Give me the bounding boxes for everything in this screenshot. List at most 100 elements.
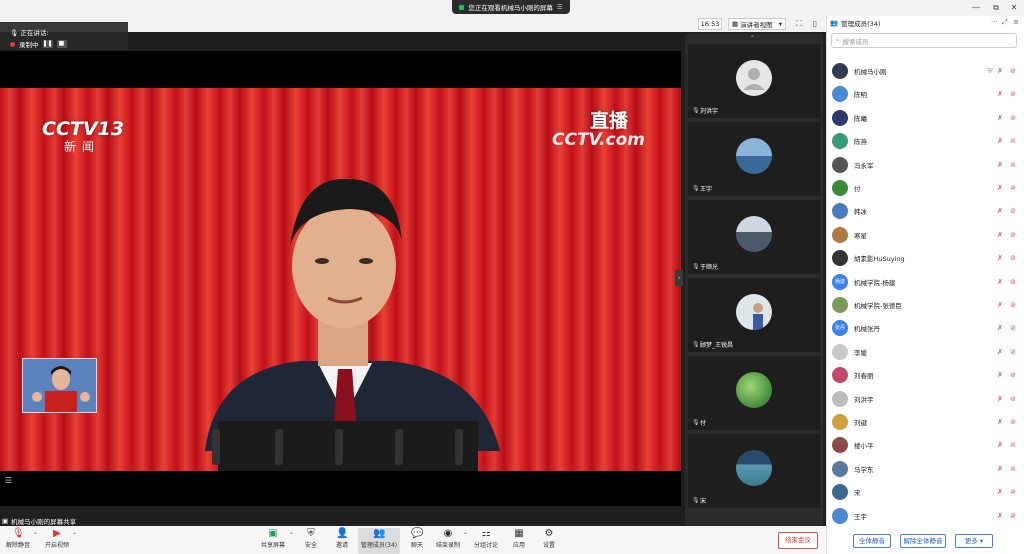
chevron-up-icon[interactable]: ⌃ (289, 532, 294, 539)
member-row[interactable]: 陈曦 ✗ ⊘ (832, 109, 1018, 127)
member-row[interactable]: 寒星 ✗ ⊘ (832, 226, 1018, 244)
mic-off-icon[interactable]: ✗ (995, 301, 1005, 309)
participant-thumbnail[interactable]: 🎙 于顺光 (688, 200, 820, 274)
mic-off-icon[interactable]: ✗ (995, 67, 1005, 75)
stop-record-button[interactable]: ■ (56, 40, 67, 48)
camera-off-icon[interactable]: ⊘ (1008, 184, 1018, 192)
camera-off-icon[interactable]: ⊘ (1008, 114, 1018, 122)
mic-off-icon[interactable]: ✗ (995, 231, 1005, 239)
mic-off-icon[interactable]: ✗ (995, 441, 1005, 449)
breakout-rooms-button[interactable]: ⚏ 分组讨论 (472, 528, 500, 554)
unmute-all-button[interactable]: 解除全体静音 (900, 534, 946, 548)
share-screen-button[interactable]: ▣ 共享屏幕 (258, 528, 288, 554)
unmute-button[interactable]: 🎙 解除静音 (4, 528, 32, 554)
camera-off-icon[interactable]: ⊘ (1008, 512, 1018, 520)
fullscreen-icon[interactable]: ⛶ (794, 18, 804, 30)
chevron-up-icon[interactable]: ⌃ (72, 532, 77, 539)
manage-members-button[interactable]: 👥 管理成员(34) (358, 528, 400, 554)
camera-off-icon[interactable]: ⊘ (1008, 301, 1018, 309)
member-row[interactable]: 机械马小刚 ⛨ ✗ ⊘ (832, 62, 1018, 80)
camera-off-icon[interactable]: ⊘ (1008, 137, 1018, 145)
member-row[interactable]: 陈燕 ✗ ⊘ (832, 132, 1018, 150)
member-search-input[interactable]: ⌕ 搜索成员 (831, 33, 1017, 48)
chevron-up-icon[interactable]: ⌃ (33, 532, 38, 539)
camera-off-icon[interactable]: ⊘ (1008, 90, 1018, 98)
security-button[interactable]: ⛨ 安全 (300, 528, 322, 554)
stop-recording-button[interactable]: ◉ 结束录制 (434, 528, 462, 554)
member-row[interactable]: 王宇 ✗ ⊘ (832, 507, 1018, 525)
settings-button[interactable]: ⚙ 设置 (538, 528, 560, 554)
member-row[interactable]: 马学东 ✗ ⊘ (832, 460, 1018, 478)
collapse-thumbnails-button[interactable]: › (675, 270, 683, 286)
list-icon[interactable]: ☰ (5, 476, 12, 485)
mic-off-icon[interactable]: ✗ (995, 488, 1005, 496)
mic-off-icon[interactable]: ✗ (995, 418, 1005, 426)
mic-off-icon[interactable]: ✗ (995, 371, 1005, 379)
mic-off-icon[interactable]: ✗ (995, 512, 1005, 520)
chat-button[interactable]: 💬 聊天 (406, 528, 428, 554)
member-row[interactable]: 刘洪宇 ✗ ⊘ (832, 390, 1018, 408)
participant-thumbnail[interactable]: 🎙 宋 (688, 434, 820, 508)
mic-off-icon[interactable]: ✗ (995, 184, 1005, 192)
mic-off-icon[interactable]: ✗ (995, 137, 1005, 145)
pause-record-button[interactable]: ❚❚ (42, 40, 53, 48)
camera-off-icon[interactable]: ⊘ (1008, 67, 1018, 75)
mic-off-icon[interactable]: ✗ (995, 114, 1005, 122)
start-video-button[interactable]: ▶ 开启视频 (42, 528, 72, 554)
camera-off-icon[interactable]: ⊘ (1008, 254, 1018, 262)
participant-thumbnail[interactable]: 🎙 刘洪宇 (688, 44, 820, 118)
sidebar-toggle-icon[interactable]: ▯ (810, 18, 820, 30)
member-row[interactable]: 胡素影HuSuying ✗ ⊘ (832, 249, 1018, 267)
participant-thumbnail[interactable]: 🎙 王宇 (688, 122, 820, 196)
view-mode-select[interactable]: ▦ 演讲者视图 ▾ (728, 18, 786, 30)
camera-off-icon[interactable]: ⊘ (1008, 161, 1018, 169)
member-row[interactable]: 冯永军 ✗ ⊘ (832, 156, 1018, 174)
scroll-up-icon[interactable]: ⌃ (750, 35, 755, 42)
end-meeting-button[interactable]: 结束会议 (778, 532, 818, 549)
restore-button[interactable]: ⧉ (990, 2, 1002, 14)
mic-off-icon[interactable]: ✗ (995, 161, 1005, 169)
member-row[interactable]: 杨建 机械学院-杨建 ✗ ⊘ (832, 273, 1018, 291)
mic-off-icon[interactable]: ✗ (995, 324, 1005, 332)
camera-off-icon[interactable]: ⊘ (1008, 371, 1018, 379)
camera-off-icon[interactable]: ⊘ (1008, 418, 1018, 426)
member-row[interactable]: 刘春丽 ✗ ⊘ (832, 366, 1018, 384)
camera-off-icon[interactable]: ⊘ (1008, 348, 1018, 356)
invite-button[interactable]: 👤 邀请 (330, 528, 354, 554)
camera-off-icon[interactable]: ⊘ (1008, 207, 1018, 215)
apps-button[interactable]: ▦ 应用 (508, 528, 530, 554)
member-row[interactable]: 付 ✗ ⊘ (832, 179, 1018, 197)
camera-off-icon[interactable]: ⊘ (1008, 441, 1018, 449)
member-row[interactable]: 韩冰 ✗ ⊘ (832, 202, 1018, 220)
close-button[interactable]: ✕ (1008, 2, 1020, 14)
mic-off-icon[interactable]: ✗ (995, 90, 1005, 98)
mic-off-icon[interactable]: ✗ (995, 395, 1005, 403)
minimize-button[interactable]: — (970, 2, 982, 14)
mic-off-icon[interactable]: ✗ (995, 207, 1005, 215)
member-row[interactable]: 机械学院-张德臣 ✗ ⊘ (832, 296, 1018, 314)
member-row[interactable]: 陈明 ✗ ⊘ (832, 85, 1018, 103)
camera-off-icon[interactable]: ⊘ (1008, 465, 1018, 473)
member-row[interactable]: 李媛 ✗ ⊘ (832, 343, 1018, 361)
member-row[interactable]: 楼小平 ✗ ⊘ (832, 436, 1018, 454)
panel-close-icon[interactable]: ≡ (1013, 18, 1019, 26)
mute-all-button[interactable]: 全体静音 (853, 534, 891, 548)
more-options-icon[interactable]: ··· (991, 18, 998, 26)
member-row[interactable]: 刘键 ✗ ⊘ (832, 413, 1018, 431)
popout-icon[interactable]: ⤢ (1002, 18, 1008, 27)
member-row[interactable]: 宋 ✗ ⊘ (832, 483, 1018, 501)
mic-off-icon[interactable]: ✗ (995, 278, 1005, 286)
mic-off-icon[interactable]: ✗ (995, 254, 1005, 262)
more-members-button[interactable]: 更多 ▾ (955, 534, 993, 548)
camera-off-icon[interactable]: ⊘ (1008, 395, 1018, 403)
member-row[interactable]: 张丹 机械张丹 ✗ ⊘ (832, 319, 1018, 337)
camera-off-icon[interactable]: ⊘ (1008, 278, 1018, 286)
participant-thumbnail[interactable]: 🎙 顾梦_王锐昌 (688, 278, 820, 352)
share-banner[interactable]: 您正在观看机械马小刚的屏幕 ☰ (452, 0, 570, 14)
mic-off-icon[interactable]: ✗ (995, 465, 1005, 473)
camera-off-icon[interactable]: ⊘ (1008, 488, 1018, 496)
mic-off-icon[interactable]: ✗ (995, 348, 1005, 356)
chevron-up-icon[interactable]: ⌃ (463, 532, 468, 539)
participant-thumbnail[interactable]: 🎙 付 (688, 356, 820, 430)
camera-off-icon[interactable]: ⊘ (1008, 231, 1018, 239)
